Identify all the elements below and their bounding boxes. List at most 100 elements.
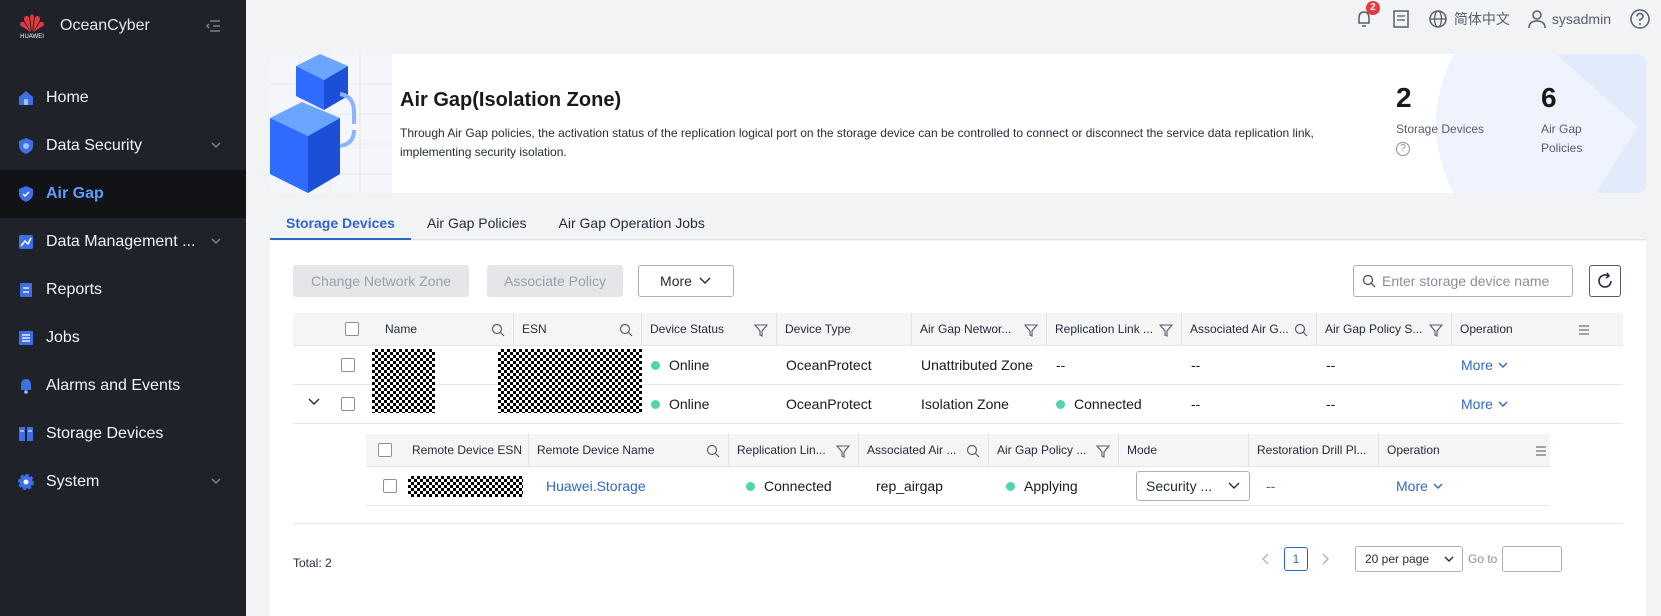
row-checkbox[interactable] — [341, 397, 355, 411]
column-settings-icon[interactable] — [1534, 444, 1548, 458]
filter-icon[interactable] — [836, 444, 850, 458]
select-all-checkbox[interactable] — [345, 322, 359, 336]
sidebar-item-home[interactable]: Home — [0, 74, 246, 122]
search-icon[interactable] — [491, 323, 505, 337]
filter-icon[interactable] — [754, 323, 768, 337]
air-gap-policies-stat: 6 Air Gap Policies — [1541, 82, 1601, 158]
column-associated-air-gap[interactable]: Associated Air ... — [858, 434, 988, 466]
sidebar-item-label: Alarms and Events — [46, 377, 181, 394]
change-network-zone-button[interactable]: Change Network Zone — [293, 265, 469, 297]
sidebar-item-storage-devices[interactable]: Storage Devices — [0, 410, 246, 458]
expand-row-button[interactable] — [307, 397, 321, 407]
search-icon[interactable] — [1294, 323, 1308, 337]
column-remote-device-esn[interactable]: Remote Device ESN — [404, 434, 528, 466]
search-icon — [1362, 274, 1376, 288]
mode-select[interactable]: Security ... — [1136, 471, 1250, 501]
sidebar-item-jobs[interactable]: Jobs — [0, 314, 246, 362]
bell-icon — [16, 376, 36, 396]
data-management-icon — [16, 232, 36, 252]
column-air-gap-network-zone[interactable]: Air Gap Networ... — [911, 313, 1046, 345]
tab-air-gap-policies[interactable]: Air Gap Policies — [411, 210, 543, 240]
associate-policy-button[interactable]: Associate Policy — [487, 265, 623, 297]
search-icon[interactable] — [706, 444, 720, 458]
more-label: More — [1461, 357, 1493, 373]
sidebar-item-system[interactable]: System — [0, 458, 246, 506]
goto-page-input[interactable] — [1502, 546, 1562, 572]
chevron-left-icon[interactable] — [1260, 552, 1272, 566]
more-label: More — [660, 273, 692, 289]
filter-icon[interactable] — [1096, 444, 1110, 458]
network-zone: Unattributed Zone — [921, 357, 1034, 373]
device-search[interactable] — [1353, 265, 1573, 297]
row-more-button[interactable]: More — [1461, 357, 1509, 373]
column-replication-link[interactable]: Replication Link ... — [1046, 313, 1181, 345]
restoration-drill-plan-link[interactable]: -- — [1266, 478, 1275, 494]
tab-air-gap-operation-jobs[interactable]: Air Gap Operation Jobs — [543, 210, 721, 240]
filter-icon[interactable] — [1024, 323, 1038, 337]
storage-icon — [16, 424, 36, 444]
column-air-gap-policy-status[interactable]: Air Gap Policy S... — [1316, 313, 1451, 345]
user-icon — [1528, 10, 1546, 29]
language-switcher[interactable]: 简体中文 — [1428, 9, 1510, 29]
column-restoration-drill-plan[interactable]: Restoration Drill Pl... — [1248, 434, 1378, 466]
storage-device-table: Name ESN Device Status Device Type Air G… — [293, 313, 1623, 424]
column-label: Remote Device ESN — [412, 443, 523, 457]
select-all-checkbox[interactable] — [378, 443, 392, 457]
sidebar-item-alarms-and-events[interactable]: Alarms and Events — [0, 362, 246, 410]
chevron-right-icon[interactable] — [1319, 552, 1331, 566]
page-description: Through Air Gap policies, the activation… — [400, 126, 1314, 159]
connected-status-dot — [1056, 399, 1065, 409]
row-checkbox[interactable] — [341, 358, 355, 372]
device-status: Online — [669, 396, 710, 412]
search-icon[interactable] — [966, 444, 980, 458]
row-more-button[interactable]: More — [1396, 478, 1444, 494]
column-replication-link[interactable]: Replication Lin... — [728, 434, 858, 466]
column-mode[interactable]: Mode — [1118, 434, 1248, 466]
column-label: Device Type — [785, 322, 851, 336]
row-checkbox[interactable] — [383, 479, 397, 493]
column-label: Operation — [1460, 322, 1513, 336]
more-actions-button[interactable]: More — [638, 265, 734, 297]
page-size-select[interactable]: 20 per page — [1355, 546, 1463, 572]
notification-button[interactable]: 2 — [1354, 1, 1380, 29]
tab-storage-devices[interactable]: Storage Devices — [270, 210, 411, 240]
user-menu[interactable]: sysadmin — [1528, 9, 1611, 29]
column-device-type[interactable]: Device Type — [776, 313, 911, 345]
search-input[interactable] — [1382, 273, 1562, 289]
remote-device-table: Remote Device ESN Remote Device Name Rep… — [366, 434, 1550, 506]
filter-icon[interactable] — [1159, 323, 1173, 337]
chevron-down-icon — [699, 277, 711, 284]
remote-device-name-link[interactable]: Huawei.Storage — [546, 478, 646, 494]
document-button[interactable] — [1392, 9, 1410, 29]
search-icon[interactable] — [619, 323, 633, 337]
column-associated-air-gap[interactable]: Associated Air G... — [1181, 313, 1316, 345]
globe-icon — [1429, 10, 1447, 28]
replication-link: Connected — [1074, 396, 1142, 412]
row-more-button[interactable]: More — [1461, 396, 1509, 412]
refresh-button[interactable] — [1589, 265, 1621, 297]
column-remote-device-name[interactable]: Remote Device Name — [528, 434, 728, 466]
page-number-button[interactable]: 1 — [1284, 547, 1308, 571]
sidebar-item-air-gap[interactable]: Air Gap — [0, 170, 246, 218]
sidebar-item-data-management[interactable]: Data Management ... — [0, 218, 246, 266]
column-name[interactable]: Name — [377, 313, 513, 345]
column-label: Associated Air G... — [1190, 322, 1289, 336]
help-icon — [1630, 9, 1650, 29]
reports-icon — [16, 280, 36, 300]
collapse-sidebar-icon[interactable] — [205, 19, 221, 33]
sidebar-item-label: Jobs — [46, 329, 80, 346]
sidebar-item-reports[interactable]: Reports — [0, 266, 246, 314]
help-icon[interactable]: ? — [1396, 142, 1410, 156]
sidebar-item-data-security[interactable]: Data Security — [0, 122, 246, 170]
column-label: Operation — [1387, 443, 1440, 457]
table-row: Online OceanProtect Isolation Zone Conne… — [293, 385, 1623, 424]
column-esn[interactable]: ESN — [513, 313, 641, 345]
online-status-dot — [651, 360, 660, 370]
filter-icon[interactable] — [1429, 323, 1443, 337]
column-operation: Operation — [1451, 313, 1593, 345]
column-air-gap-policy[interactable]: Air Gap Policy ... — [988, 434, 1118, 466]
column-device-status[interactable]: Device Status — [641, 313, 776, 345]
help-button[interactable] — [1629, 8, 1651, 30]
online-status-dot — [651, 399, 660, 409]
column-settings-icon[interactable] — [1577, 323, 1591, 337]
